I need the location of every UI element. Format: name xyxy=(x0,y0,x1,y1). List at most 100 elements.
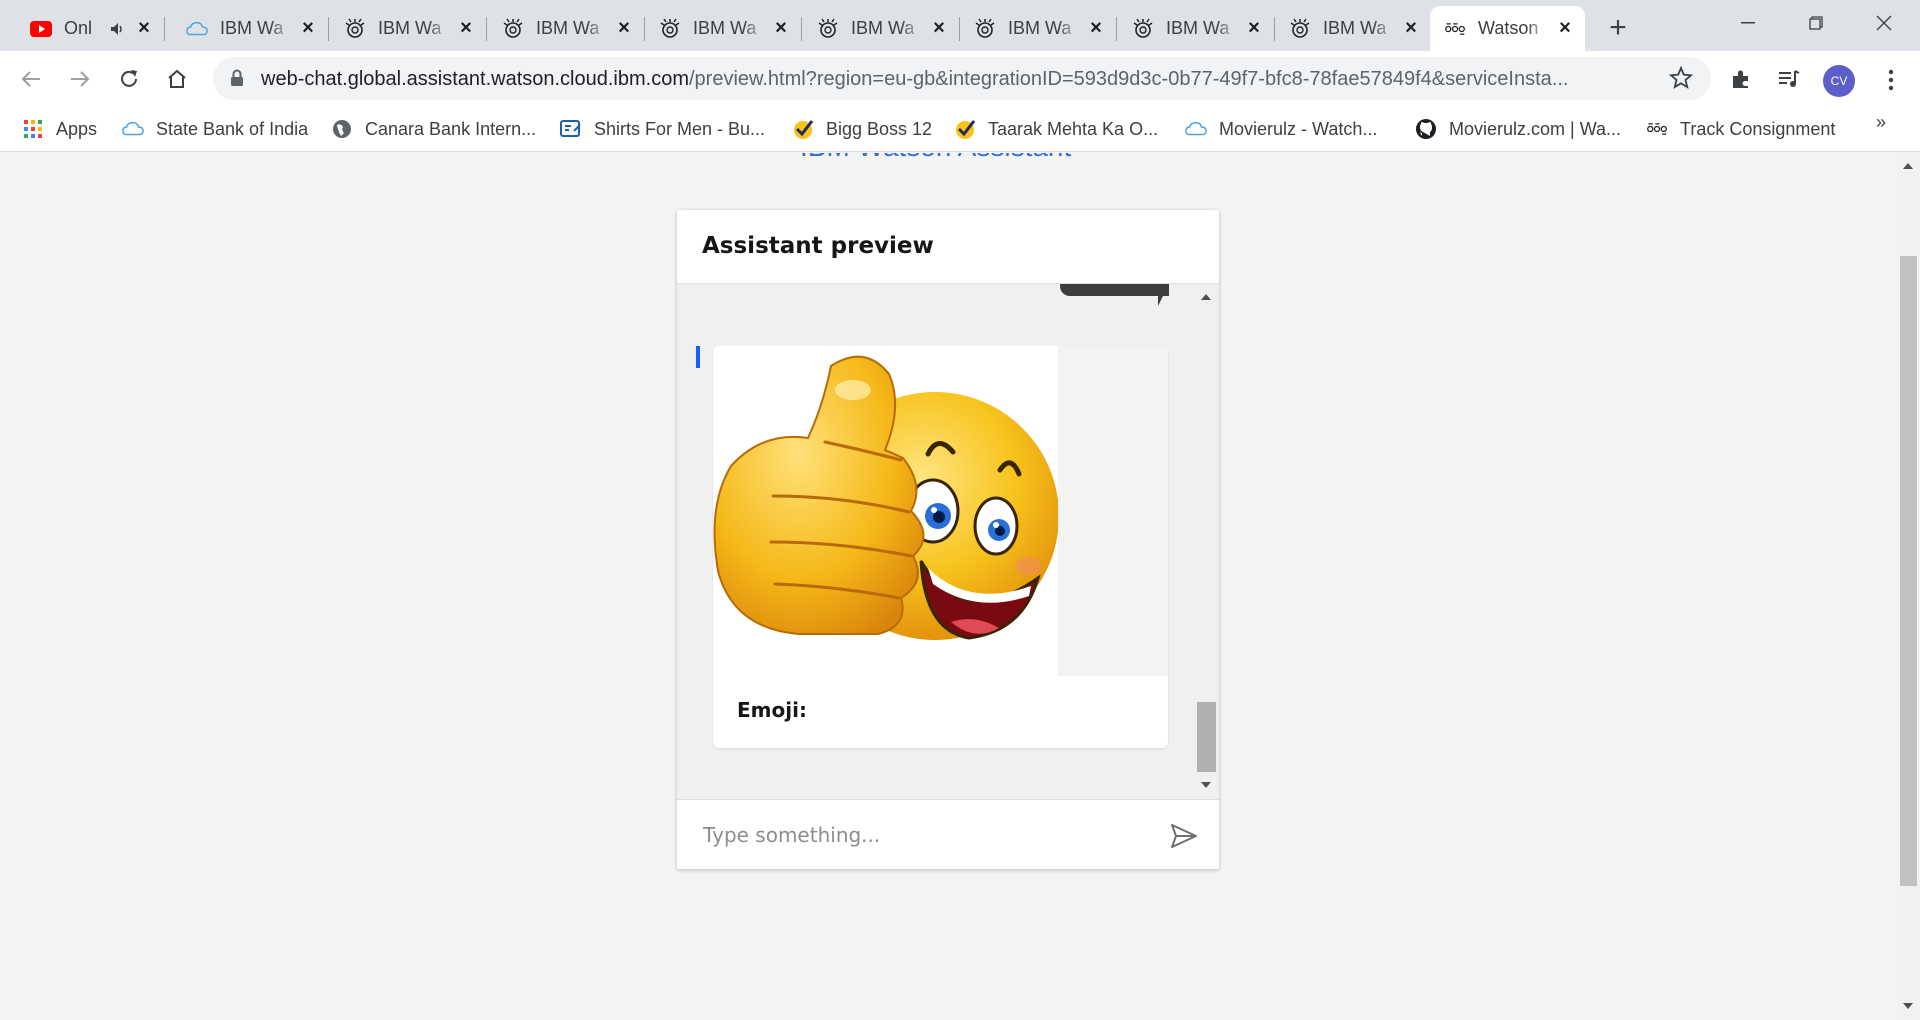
url-path: /preview.html?region=eu-gb&integrationID… xyxy=(689,68,1569,90)
tab-ibm-watson-2[interactable]: IBM Wa × xyxy=(330,6,487,51)
tab-title: IBM Wa xyxy=(1323,18,1387,38)
media-control-button[interactable] xyxy=(1772,62,1806,96)
bookmark-label: Taarak Mehta Ka O... xyxy=(988,118,1159,139)
browser-menu-button[interactable] xyxy=(1876,63,1906,97)
bookmarks-overflow-button[interactable]: » xyxy=(1876,112,1886,133)
globe-icon xyxy=(331,118,353,140)
bookmark-state-bank[interactable]: State Bank of India xyxy=(122,114,308,144)
emoji-image[interactable] xyxy=(713,346,1059,676)
bookmark-shirts[interactable]: Shirts For Men - Bu... xyxy=(560,114,765,144)
bot-message-indicator xyxy=(696,346,700,368)
checkmark-icon xyxy=(792,118,814,140)
close-icon[interactable]: × xyxy=(929,17,949,39)
tab-ibm-watson-1[interactable]: IBM Wa × xyxy=(172,6,329,51)
bookmarks-bar: Apps State Bank of India Canara Bank Int… xyxy=(0,106,1920,152)
bookmark-movierulz-watch[interactable]: Movierulz - Watch... xyxy=(1185,114,1377,144)
bookmark-label: Canara Bank Intern... xyxy=(365,118,537,139)
tab-title: IBM Wa xyxy=(378,18,442,38)
tab-youtube[interactable]: Onl × xyxy=(16,6,165,51)
message-input[interactable] xyxy=(703,818,1133,852)
bookmark-label: Movierulz - Watch... xyxy=(1219,118,1378,139)
bookmark-star-icon[interactable] xyxy=(1668,65,1694,95)
scroll-up-icon[interactable] xyxy=(1903,163,1913,169)
chat-scrollbar-thumb[interactable] xyxy=(1197,702,1216,772)
home-button[interactable] xyxy=(160,62,194,96)
profile-avatar[interactable]: CV xyxy=(1823,65,1855,97)
scroll-down-icon[interactable] xyxy=(1903,1003,1913,1009)
close-icon[interactable]: × xyxy=(298,17,318,39)
forward-button[interactable] xyxy=(63,62,97,96)
close-icon[interactable]: × xyxy=(1401,17,1421,39)
tab-ibm-watson-3[interactable]: IBM Wa × xyxy=(488,6,645,51)
bookmark-movierulz-com[interactable]: Movierulz.com | Wa... xyxy=(1415,114,1621,144)
tab-strip: Onl × IBM Wa × IBM Wa × IBM Wa × IBM Wa … xyxy=(0,0,1920,51)
url-host: web-chat.global.assistant.watson.cloud.i… xyxy=(261,68,689,90)
assistant-preview-widget: Assistant preview Emoji: Type something.… xyxy=(677,210,1219,869)
tab-ibm-watson-4[interactable]: IBM Wa × xyxy=(645,6,802,51)
playlist-icon xyxy=(1779,70,1800,87)
browser-toolbar: web-chat.global.assistant.watson.cloud.i… xyxy=(0,51,1920,106)
page-scrollbar[interactable] xyxy=(1897,153,1920,1020)
cloud-icon xyxy=(1185,118,1207,140)
tab-title: IBM Wa xyxy=(1008,18,1072,38)
watson-icon xyxy=(659,18,681,40)
reload-button[interactable] xyxy=(112,62,146,96)
puzzle-icon xyxy=(1733,70,1748,88)
tab-ibm-watson-6[interactable]: IBM Wa × xyxy=(960,6,1117,51)
close-icon[interactable]: × xyxy=(134,17,154,39)
scrollbar-thumb[interactable] xyxy=(1900,256,1917,886)
chat-messages[interactable]: Emoji: xyxy=(677,284,1219,799)
minimize-icon xyxy=(1741,22,1755,24)
close-window-button[interactable] xyxy=(1864,8,1904,38)
send-icon xyxy=(1171,824,1197,848)
image-caption: Emoji: xyxy=(737,698,807,722)
back-button[interactable] xyxy=(14,62,48,96)
minimize-button[interactable] xyxy=(1728,8,1768,38)
close-icon[interactable]: × xyxy=(614,17,634,39)
cloud-icon xyxy=(122,118,144,140)
youtube-icon xyxy=(30,18,52,40)
lock-icon[interactable] xyxy=(230,69,244,92)
chat-scroll-up-icon[interactable] xyxy=(1201,294,1211,300)
send-button[interactable] xyxy=(1168,820,1200,852)
back-arrow-icon xyxy=(21,71,40,87)
home-icon xyxy=(168,69,186,88)
extensions-button[interactable] xyxy=(1724,62,1758,96)
tab-watson-active[interactable]: Watson × xyxy=(1430,6,1585,51)
ibm-cloud-icon xyxy=(186,18,208,40)
image-response-card: Emoji: xyxy=(713,346,1168,748)
close-icon[interactable]: × xyxy=(1555,17,1575,39)
close-icon[interactable]: × xyxy=(771,17,791,39)
bookmark-label: Shirts For Men - Bu... xyxy=(594,118,766,139)
chat-scrollbar[interactable] xyxy=(1194,284,1219,799)
shirts-site-icon xyxy=(560,118,582,140)
chat-scroll-down-icon[interactable] xyxy=(1201,782,1211,788)
bookmark-taarak-mehta[interactable]: Taarak Mehta Ka O... xyxy=(954,114,1158,144)
new-tab-button[interactable]: + xyxy=(1602,11,1634,44)
close-icon[interactable]: × xyxy=(1244,17,1264,39)
tab-ibm-watson-5[interactable]: IBM Wa × xyxy=(803,6,960,51)
address-bar[interactable]: web-chat.global.assistant.watson.cloud.i… xyxy=(213,57,1711,100)
bookmark-track-consignment[interactable]: Track Consignment xyxy=(1646,114,1835,144)
close-icon[interactable]: × xyxy=(456,17,476,39)
tab-ibm-watson-8[interactable]: IBM Wa × xyxy=(1275,6,1431,51)
watson-icon xyxy=(502,18,524,40)
bookmark-canara-bank[interactable]: Canara Bank Intern... xyxy=(331,114,536,144)
tab-title: IBM Wa xyxy=(536,18,600,38)
speaker-icon[interactable] xyxy=(110,20,128,38)
bookmark-label: Track Consignment xyxy=(1680,118,1836,139)
bookmark-label: Bigg Boss 12 xyxy=(826,118,933,139)
tab-ibm-watson-7[interactable]: IBM Wa × xyxy=(1118,6,1275,51)
page-heading-link[interactable]: IBM Watson Assistant xyxy=(800,153,1071,163)
tab-title: IBM Wa xyxy=(693,18,757,38)
chat-header-title: Assistant preview xyxy=(702,233,934,259)
chat-input-area xyxy=(677,799,1219,869)
watson-icon xyxy=(974,18,996,40)
bookmark-bigg-boss[interactable]: Bigg Boss 12 xyxy=(792,114,932,144)
restore-button[interactable] xyxy=(1796,8,1836,38)
thumbs-up-emoji-icon xyxy=(713,355,1059,640)
close-icon[interactable]: × xyxy=(1086,17,1106,39)
bookmark-apps[interactable]: Apps xyxy=(22,114,97,144)
url-text[interactable]: web-chat.global.assistant.watson.cloud.i… xyxy=(261,68,1651,91)
apps-grid-icon xyxy=(22,118,44,140)
